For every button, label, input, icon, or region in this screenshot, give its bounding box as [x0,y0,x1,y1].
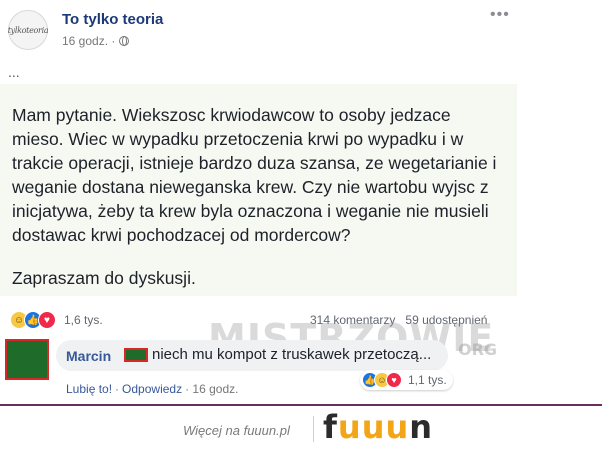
love-reaction-icon: ♥ [386,372,402,388]
logo-letter-u: u [361,408,386,446]
watermark-suffix: ORG [458,340,498,359]
more-options-button[interactable]: ••• [490,6,510,24]
comment-time[interactable]: · 16 godz. [185,382,238,396]
post-ellipsis: ... [8,64,20,80]
action-separator: · [115,382,120,396]
more-on-site-text[interactable]: Więcej na fuuun.pl [183,423,290,438]
love-reaction-icon: ♥ [38,311,56,329]
avatar-logo-text: tylkoteoria [7,25,49,35]
comment-reaction-count: 1,1 tys. [408,373,447,387]
comment-text: niech mu kompot z truskawek przetoczą... [152,346,432,363]
logo-letter-f: f [323,408,338,446]
post-meta: 16 godz. · [62,34,130,48]
comment-actions: Lubię to! · Odpowiedz · 16 godz. [66,382,238,396]
globe-icon [119,36,130,46]
footer-divider-line [0,404,602,406]
logo-letter-u: u [337,408,362,446]
post-reactions[interactable]: ☺ 👍 ♥ 1,6 tys. [10,311,103,329]
logo-letter-n: n [409,408,434,446]
page-avatar[interactable]: tylkoteoria [7,10,49,50]
logo-letter-u: u [385,408,410,446]
footer-separator [313,416,314,442]
redacted-surname [124,348,148,362]
post-time[interactable]: 16 godz. · [62,34,115,48]
comment-author-link[interactable]: Marcin [66,348,111,364]
reply-comment-button[interactable]: Odpowiedz [122,382,182,396]
reaction-count: 1,6 tys. [64,313,103,327]
like-comment-button[interactable]: Lubię to! [66,382,112,396]
commenter-avatar-redacted[interactable] [5,339,49,380]
post-call-to-action: Zapraszam do dyskusji. [12,268,196,288]
fuuun-logo[interactable]: fuuun [323,410,433,444]
comment-reactions[interactable]: 👍 ☺ ♥ 1,1 tys. [360,370,453,390]
page-name-link[interactable]: To tylko teoria [62,11,163,28]
post-text: Mam pytanie. Wiekszosc krwiodawcow to os… [12,105,497,245]
